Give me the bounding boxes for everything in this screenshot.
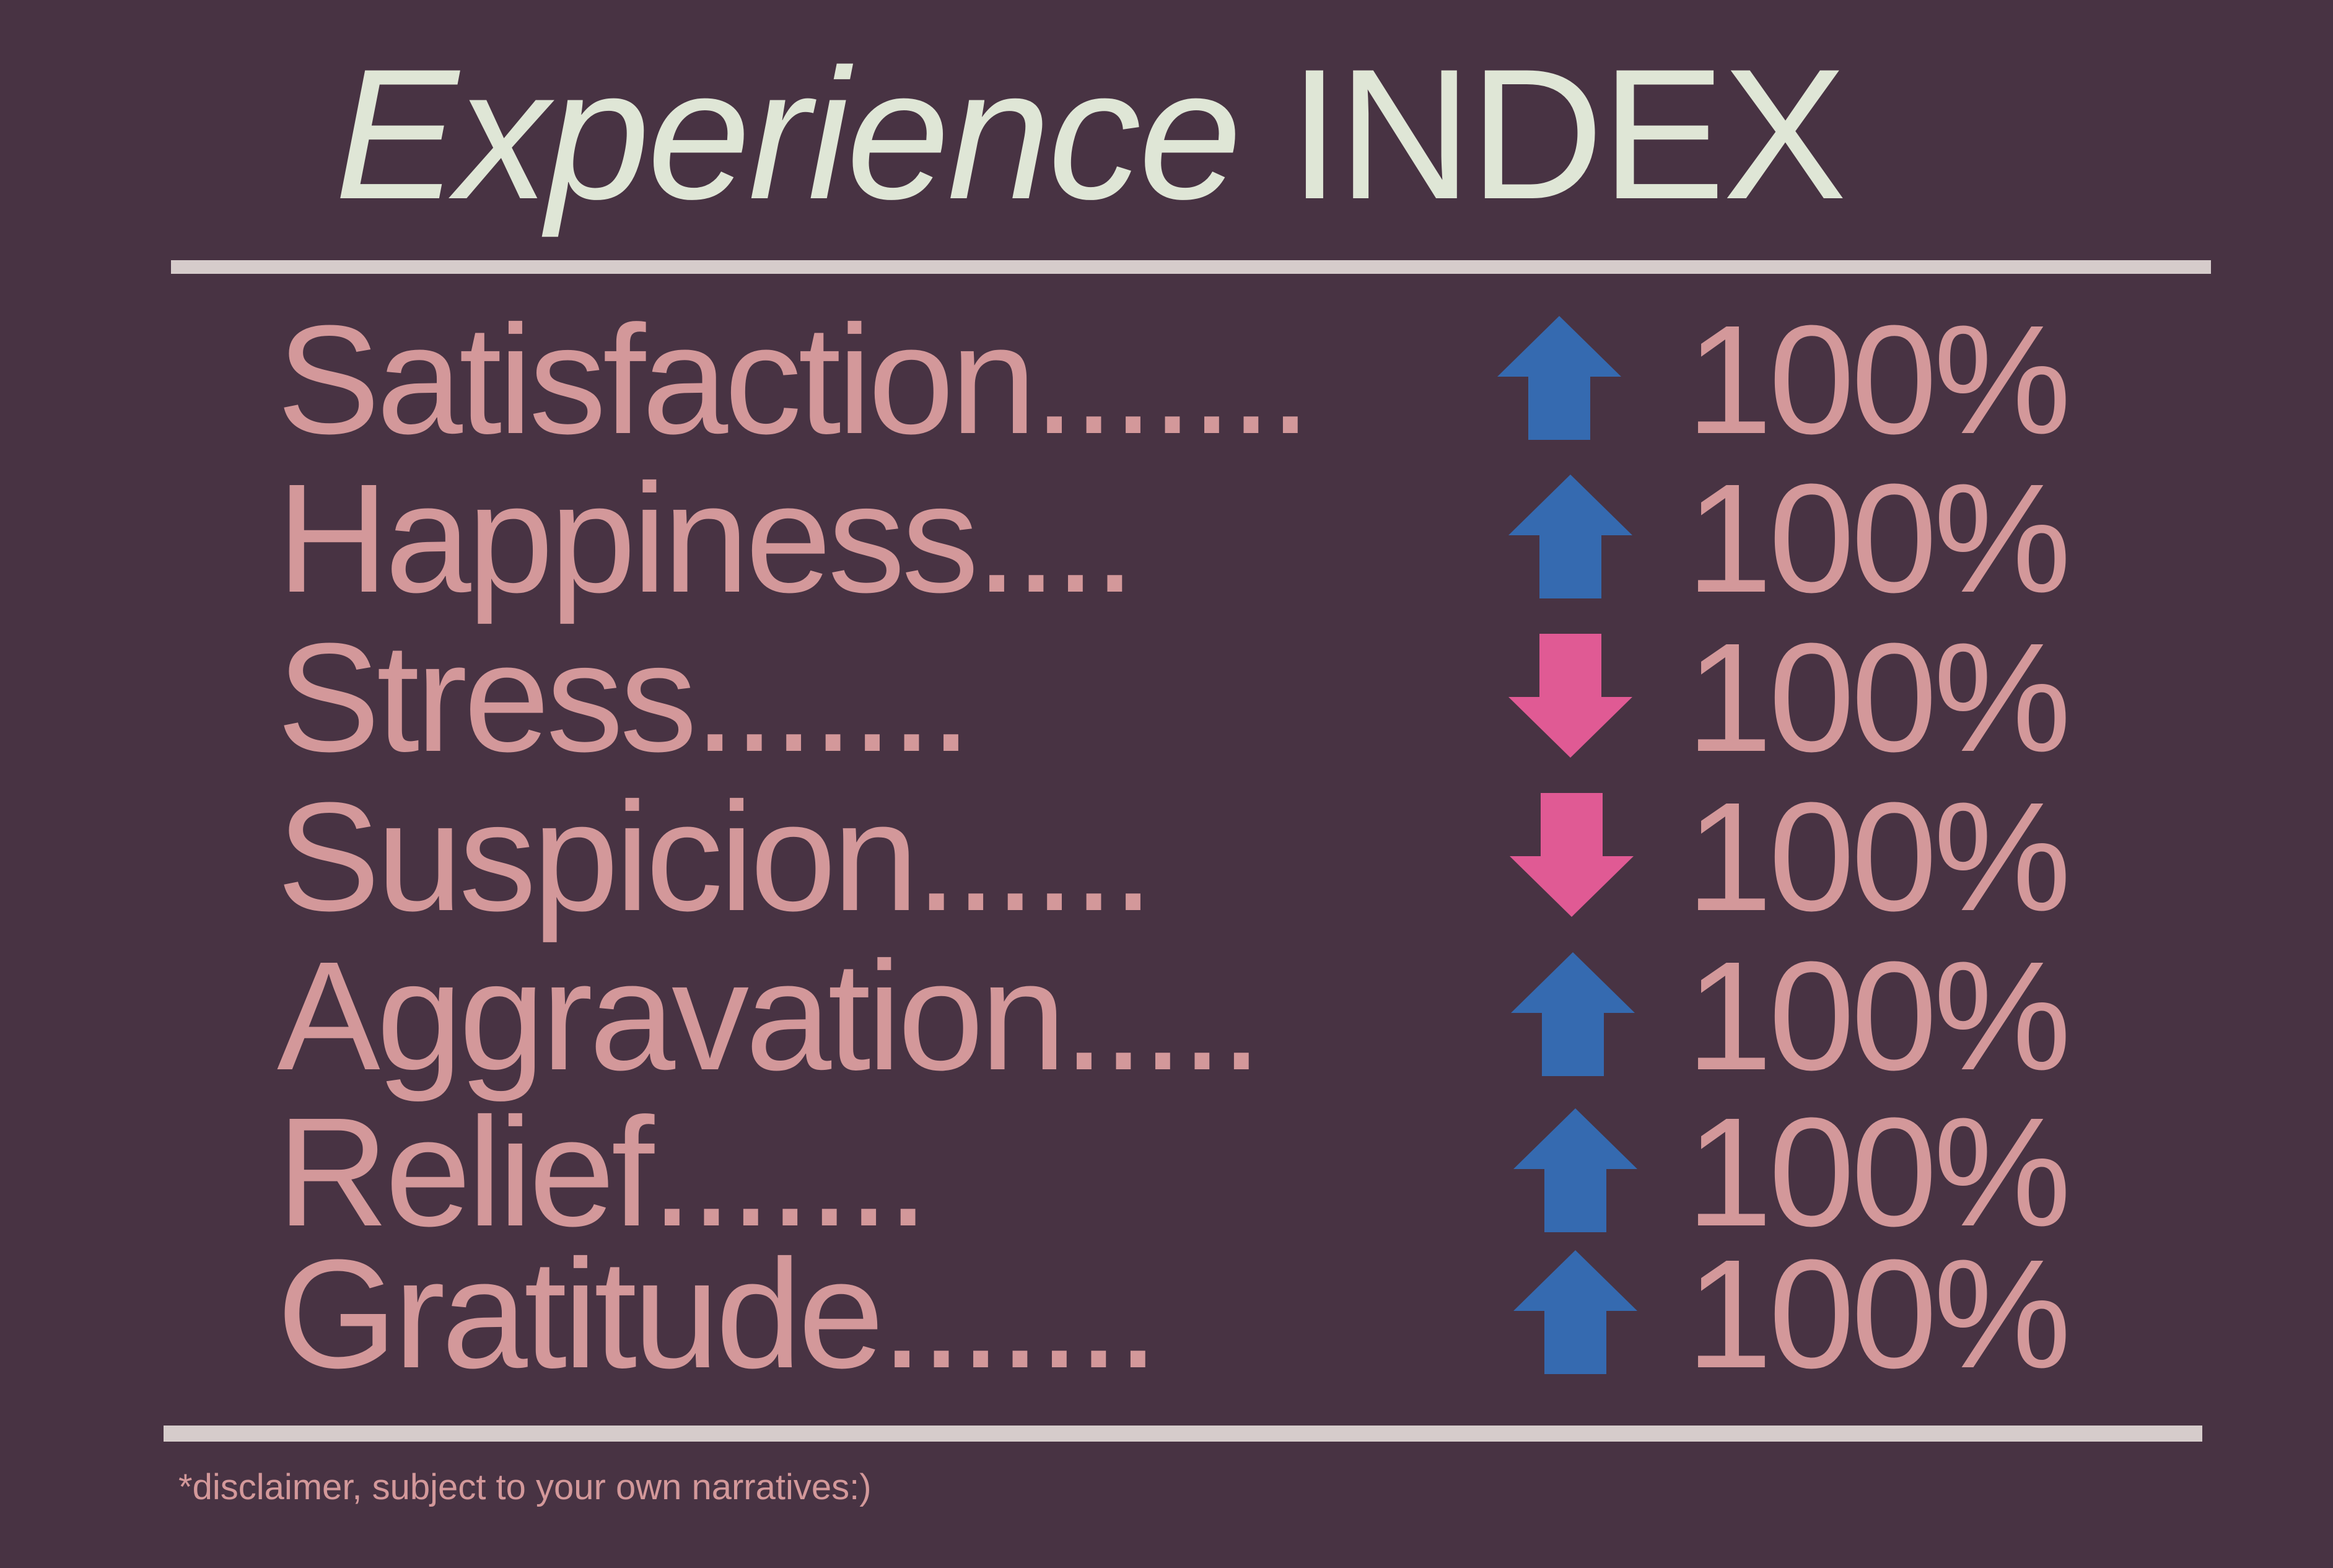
index-row: Satisfaction....... 100% xyxy=(0,302,2333,457)
disclaimer: *disclaimer, subject to your own narrati… xyxy=(178,1467,872,1507)
row-value: 100% xyxy=(1686,452,2071,624)
arrow-down-icon xyxy=(1510,793,1634,917)
arrow-up-icon xyxy=(1508,475,1632,598)
row-label: Satisfaction....... xyxy=(277,293,1312,466)
row-value: 100% xyxy=(1686,611,2071,784)
row-label: Aggravation..... xyxy=(277,929,1263,1102)
row-value: 100% xyxy=(1686,293,2071,466)
title-regular: INDEX xyxy=(1289,30,1847,238)
arrow-up-icon xyxy=(1513,1108,1637,1232)
row-label: Relief....... xyxy=(277,1085,929,1258)
index-row: Relief....... 100% xyxy=(0,1095,2333,1250)
arrow-up-icon xyxy=(1513,1250,1637,1374)
row-value: 100% xyxy=(1686,929,2071,1102)
arrow-down-icon xyxy=(1508,634,1632,758)
row-value: 100% xyxy=(1686,1085,2071,1258)
page-title: Experience INDEX xyxy=(335,41,1847,227)
arrow-up-icon xyxy=(1511,952,1635,1076)
row-label: Stress....... xyxy=(277,611,973,784)
row-label: Gratitude....... xyxy=(277,1227,1160,1400)
row-value: 100% xyxy=(1686,770,2071,943)
index-row: Suspicion...... 100% xyxy=(0,779,2333,934)
row-label: Happiness.... xyxy=(277,452,1136,624)
index-row: Gratitude....... 100% xyxy=(0,1237,2333,1391)
bottom-divider xyxy=(164,1426,2202,1442)
index-row: Stress....... 100% xyxy=(0,620,2333,775)
row-label: Suspicion...... xyxy=(277,770,1155,943)
arrow-up-icon xyxy=(1497,316,1621,440)
index-row: Happiness.... 100% xyxy=(0,461,2333,616)
index-row: Aggravation..... 100% xyxy=(0,939,2333,1093)
top-divider xyxy=(171,260,2211,274)
title-italic: Experience xyxy=(335,30,1242,238)
row-value: 100% xyxy=(1686,1227,2071,1400)
